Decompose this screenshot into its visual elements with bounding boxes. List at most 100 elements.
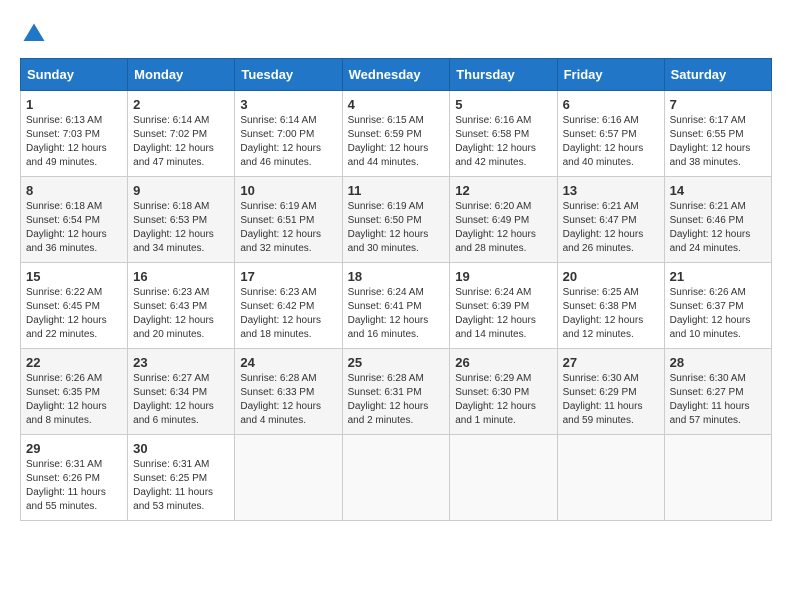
calendar-cell bbox=[450, 435, 557, 521]
day-number: 25 bbox=[348, 355, 445, 370]
day-info: Sunrise: 6:16 AM Sunset: 6:57 PM Dayligh… bbox=[563, 114, 659, 170]
calendar-cell: 8 Sunrise: 6:18 AM Sunset: 6:54 PM Dayli… bbox=[21, 177, 128, 263]
day-number: 27 bbox=[563, 355, 659, 370]
header-friday: Friday bbox=[557, 59, 664, 91]
day-number: 7 bbox=[670, 97, 766, 112]
calendar-cell: 13 Sunrise: 6:21 AM Sunset: 6:47 PM Dayl… bbox=[557, 177, 664, 263]
calendar-cell: 5 Sunrise: 6:16 AM Sunset: 6:58 PM Dayli… bbox=[450, 91, 557, 177]
calendar-cell: 29 Sunrise: 6:31 AM Sunset: 6:26 PM Dayl… bbox=[21, 435, 128, 521]
day-number: 6 bbox=[563, 97, 659, 112]
day-info: Sunrise: 6:24 AM Sunset: 6:39 PM Dayligh… bbox=[455, 286, 551, 342]
day-number: 29 bbox=[26, 441, 122, 456]
day-number: 14 bbox=[670, 183, 766, 198]
day-number: 20 bbox=[563, 269, 659, 284]
day-number: 22 bbox=[26, 355, 122, 370]
calendar-cell: 9 Sunrise: 6:18 AM Sunset: 6:53 PM Dayli… bbox=[128, 177, 235, 263]
calendar-cell: 28 Sunrise: 6:30 AM Sunset: 6:27 PM Dayl… bbox=[664, 349, 771, 435]
day-number: 21 bbox=[670, 269, 766, 284]
day-info: Sunrise: 6:18 AM Sunset: 6:54 PM Dayligh… bbox=[26, 200, 122, 256]
day-info: Sunrise: 6:29 AM Sunset: 6:30 PM Dayligh… bbox=[455, 372, 551, 428]
calendar-cell bbox=[342, 435, 450, 521]
day-number: 18 bbox=[348, 269, 445, 284]
day-info: Sunrise: 6:26 AM Sunset: 6:35 PM Dayligh… bbox=[26, 372, 122, 428]
day-info: Sunrise: 6:31 AM Sunset: 6:25 PM Dayligh… bbox=[133, 458, 229, 514]
day-number: 19 bbox=[455, 269, 551, 284]
calendar-cell bbox=[557, 435, 664, 521]
calendar-cell: 10 Sunrise: 6:19 AM Sunset: 6:51 PM Dayl… bbox=[235, 177, 342, 263]
header-thursday: Thursday bbox=[450, 59, 557, 91]
calendar-week-5: 29 Sunrise: 6:31 AM Sunset: 6:26 PM Dayl… bbox=[21, 435, 772, 521]
calendar-cell: 22 Sunrise: 6:26 AM Sunset: 6:35 PM Dayl… bbox=[21, 349, 128, 435]
day-number: 9 bbox=[133, 183, 229, 198]
day-info: Sunrise: 6:21 AM Sunset: 6:46 PM Dayligh… bbox=[670, 200, 766, 256]
day-number: 30 bbox=[133, 441, 229, 456]
calendar-cell: 3 Sunrise: 6:14 AM Sunset: 7:00 PM Dayli… bbox=[235, 91, 342, 177]
day-info: Sunrise: 6:30 AM Sunset: 6:29 PM Dayligh… bbox=[563, 372, 659, 428]
day-info: Sunrise: 6:13 AM Sunset: 7:03 PM Dayligh… bbox=[26, 114, 122, 170]
calendar-cell: 30 Sunrise: 6:31 AM Sunset: 6:25 PM Dayl… bbox=[128, 435, 235, 521]
calendar-cell: 12 Sunrise: 6:20 AM Sunset: 6:49 PM Dayl… bbox=[450, 177, 557, 263]
calendar-cell: 11 Sunrise: 6:19 AM Sunset: 6:50 PM Dayl… bbox=[342, 177, 450, 263]
day-info: Sunrise: 6:25 AM Sunset: 6:38 PM Dayligh… bbox=[563, 286, 659, 342]
day-info: Sunrise: 6:15 AM Sunset: 6:59 PM Dayligh… bbox=[348, 114, 445, 170]
day-number: 24 bbox=[240, 355, 336, 370]
day-info: Sunrise: 6:30 AM Sunset: 6:27 PM Dayligh… bbox=[670, 372, 766, 428]
header-tuesday: Tuesday bbox=[235, 59, 342, 91]
calendar-cell: 18 Sunrise: 6:24 AM Sunset: 6:41 PM Dayl… bbox=[342, 263, 450, 349]
day-info: Sunrise: 6:24 AM Sunset: 6:41 PM Dayligh… bbox=[348, 286, 445, 342]
day-info: Sunrise: 6:31 AM Sunset: 6:26 PM Dayligh… bbox=[26, 458, 122, 514]
day-info: Sunrise: 6:22 AM Sunset: 6:45 PM Dayligh… bbox=[26, 286, 122, 342]
calendar-cell: 4 Sunrise: 6:15 AM Sunset: 6:59 PM Dayli… bbox=[342, 91, 450, 177]
page-header bbox=[20, 20, 772, 48]
header-wednesday: Wednesday bbox=[342, 59, 450, 91]
calendar-week-1: 1 Sunrise: 6:13 AM Sunset: 7:03 PM Dayli… bbox=[21, 91, 772, 177]
calendar-cell: 14 Sunrise: 6:21 AM Sunset: 6:46 PM Dayl… bbox=[664, 177, 771, 263]
calendar-table: SundayMondayTuesdayWednesdayThursdayFrid… bbox=[20, 58, 772, 521]
day-info: Sunrise: 6:14 AM Sunset: 7:02 PM Dayligh… bbox=[133, 114, 229, 170]
calendar-cell bbox=[235, 435, 342, 521]
day-number: 3 bbox=[240, 97, 336, 112]
calendar-cell: 20 Sunrise: 6:25 AM Sunset: 6:38 PM Dayl… bbox=[557, 263, 664, 349]
calendar-week-3: 15 Sunrise: 6:22 AM Sunset: 6:45 PM Dayl… bbox=[21, 263, 772, 349]
day-number: 26 bbox=[455, 355, 551, 370]
day-number: 12 bbox=[455, 183, 551, 198]
day-info: Sunrise: 6:19 AM Sunset: 6:50 PM Dayligh… bbox=[348, 200, 445, 256]
calendar-week-2: 8 Sunrise: 6:18 AM Sunset: 6:54 PM Dayli… bbox=[21, 177, 772, 263]
header-sunday: Sunday bbox=[21, 59, 128, 91]
day-number: 5 bbox=[455, 97, 551, 112]
calendar-cell bbox=[664, 435, 771, 521]
day-number: 1 bbox=[26, 97, 122, 112]
day-info: Sunrise: 6:17 AM Sunset: 6:55 PM Dayligh… bbox=[670, 114, 766, 170]
day-number: 2 bbox=[133, 97, 229, 112]
calendar-cell: 2 Sunrise: 6:14 AM Sunset: 7:02 PM Dayli… bbox=[128, 91, 235, 177]
day-number: 15 bbox=[26, 269, 122, 284]
day-info: Sunrise: 6:26 AM Sunset: 6:37 PM Dayligh… bbox=[670, 286, 766, 342]
day-info: Sunrise: 6:16 AM Sunset: 6:58 PM Dayligh… bbox=[455, 114, 551, 170]
calendar-week-4: 22 Sunrise: 6:26 AM Sunset: 6:35 PM Dayl… bbox=[21, 349, 772, 435]
calendar-cell: 6 Sunrise: 6:16 AM Sunset: 6:57 PM Dayli… bbox=[557, 91, 664, 177]
day-info: Sunrise: 6:23 AM Sunset: 6:43 PM Dayligh… bbox=[133, 286, 229, 342]
day-info: Sunrise: 6:28 AM Sunset: 6:31 PM Dayligh… bbox=[348, 372, 445, 428]
day-info: Sunrise: 6:23 AM Sunset: 6:42 PM Dayligh… bbox=[240, 286, 336, 342]
day-number: 23 bbox=[133, 355, 229, 370]
day-info: Sunrise: 6:28 AM Sunset: 6:33 PM Dayligh… bbox=[240, 372, 336, 428]
calendar-cell: 26 Sunrise: 6:29 AM Sunset: 6:30 PM Dayl… bbox=[450, 349, 557, 435]
day-number: 16 bbox=[133, 269, 229, 284]
logo bbox=[20, 20, 52, 48]
day-number: 10 bbox=[240, 183, 336, 198]
logo-icon bbox=[20, 20, 48, 48]
day-number: 28 bbox=[670, 355, 766, 370]
day-info: Sunrise: 6:21 AM Sunset: 6:47 PM Dayligh… bbox=[563, 200, 659, 256]
calendar-cell: 23 Sunrise: 6:27 AM Sunset: 6:34 PM Dayl… bbox=[128, 349, 235, 435]
calendar-cell: 21 Sunrise: 6:26 AM Sunset: 6:37 PM Dayl… bbox=[664, 263, 771, 349]
header-saturday: Saturday bbox=[664, 59, 771, 91]
header-monday: Monday bbox=[128, 59, 235, 91]
calendar-cell: 15 Sunrise: 6:22 AM Sunset: 6:45 PM Dayl… bbox=[21, 263, 128, 349]
calendar-cell: 25 Sunrise: 6:28 AM Sunset: 6:31 PM Dayl… bbox=[342, 349, 450, 435]
calendar-header-row: SundayMondayTuesdayWednesdayThursdayFrid… bbox=[21, 59, 772, 91]
calendar-cell: 1 Sunrise: 6:13 AM Sunset: 7:03 PM Dayli… bbox=[21, 91, 128, 177]
day-info: Sunrise: 6:27 AM Sunset: 6:34 PM Dayligh… bbox=[133, 372, 229, 428]
calendar-cell: 7 Sunrise: 6:17 AM Sunset: 6:55 PM Dayli… bbox=[664, 91, 771, 177]
day-number: 13 bbox=[563, 183, 659, 198]
day-info: Sunrise: 6:18 AM Sunset: 6:53 PM Dayligh… bbox=[133, 200, 229, 256]
